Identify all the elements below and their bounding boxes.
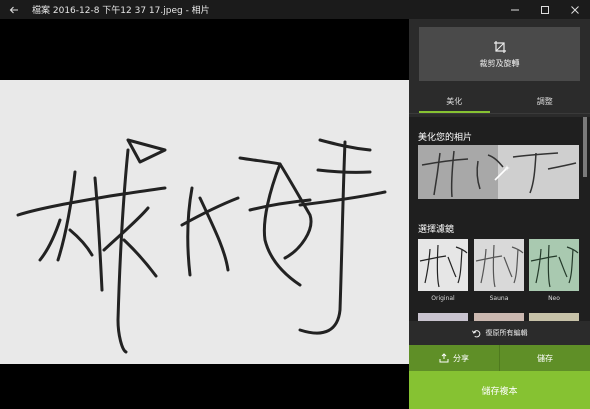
save-label: 儲存 xyxy=(537,353,553,363)
back-button[interactable] xyxy=(0,0,28,19)
tab-enhance-label: 美化 xyxy=(446,96,463,106)
save-copy-label: 儲存複本 xyxy=(481,386,518,397)
minimize-icon xyxy=(511,9,519,10)
filter-thumb-row2-1[interactable] xyxy=(418,313,468,321)
filters-title: 選擇濾鏡 xyxy=(418,225,455,235)
back-arrow-icon xyxy=(9,6,18,13)
filter-sauna-label: Sauna xyxy=(489,295,509,302)
title-bar: 檔案 2016-12-8 下午12 37 17.jpeg - 相片 xyxy=(0,0,590,19)
panel-scrollbar[interactable] xyxy=(583,117,587,177)
minimize-button[interactable] xyxy=(500,0,530,19)
filter-sauna-thumb xyxy=(475,244,524,288)
enhance-photo-button[interactable] xyxy=(418,145,579,199)
undo-all-edits-label: 復原所有編輯 xyxy=(485,329,528,337)
magic-wand-icon xyxy=(494,165,510,181)
close-icon xyxy=(571,5,579,14)
filter-sauna[interactable] xyxy=(474,239,524,291)
tab-adjust[interactable]: 調整 xyxy=(500,89,590,113)
save-copy-button[interactable]: 儲存複本 xyxy=(409,371,590,409)
tab-bar: 美化 調整 xyxy=(409,89,590,113)
crop-rotate-button[interactable]: 裁剪及旋轉 xyxy=(419,27,580,81)
filter-neo-label: Neo xyxy=(548,295,560,302)
filter-neo[interactable] xyxy=(529,239,579,291)
close-button[interactable] xyxy=(560,0,590,19)
crop-rotate-label: 裁剪及旋轉 xyxy=(479,58,520,68)
photo-image xyxy=(0,80,409,364)
window-title: 檔案 2016-12-8 下午12 37 17.jpeg - 相片 xyxy=(32,6,210,16)
tab-adjust-label: 調整 xyxy=(536,96,553,106)
share-button[interactable]: 分享 xyxy=(409,345,499,371)
enhance-pane: 美化您的相片 選擇濾鏡 Original Sauna Neo xyxy=(409,117,590,321)
tab-enhance[interactable]: 美化 xyxy=(409,89,500,113)
filter-original[interactable] xyxy=(418,239,468,291)
save-button[interactable]: 儲存 xyxy=(499,345,590,371)
filter-neo-thumb xyxy=(530,244,579,288)
crop-icon xyxy=(493,40,506,53)
photo-viewer[interactable] xyxy=(0,19,409,409)
filter-thumb-row2-2[interactable] xyxy=(474,313,524,321)
tab-divider xyxy=(409,113,590,114)
undo-all-edits-button[interactable]: 復原所有編輯 xyxy=(409,321,590,345)
undo-icon xyxy=(471,329,480,337)
share-icon xyxy=(439,353,449,363)
filter-original-label: Original xyxy=(431,295,455,302)
share-label: 分享 xyxy=(453,353,469,363)
maximize-button[interactable] xyxy=(530,0,560,19)
filter-original-thumb xyxy=(419,244,468,288)
handwriting-image xyxy=(16,138,387,354)
edit-panel: 裁剪及旋轉 美化 調整 美化您的相片 選擇濾鏡 Original Sauna N… xyxy=(409,19,590,409)
maximize-icon xyxy=(541,5,549,14)
enhance-title: 美化您的相片 xyxy=(418,133,473,143)
action-row: 分享 儲存 xyxy=(409,345,590,371)
filter-thumb-row2-3[interactable] xyxy=(529,313,579,321)
